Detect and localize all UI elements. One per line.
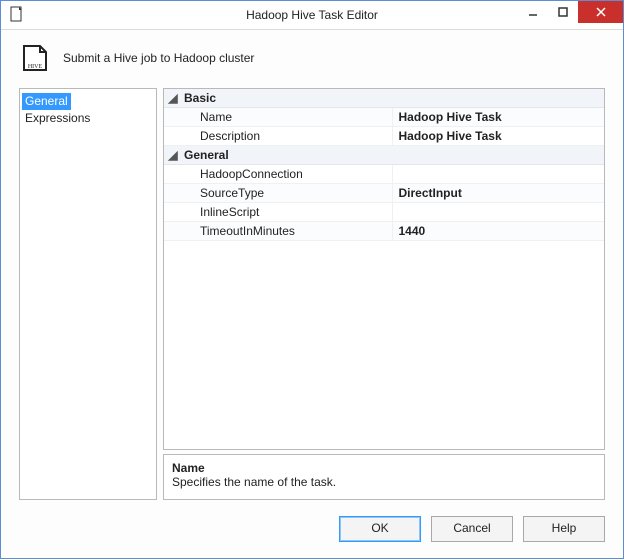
prop-inlinescript[interactable]: InlineScript bbox=[164, 203, 604, 222]
prop-label: TimeoutInMinutes bbox=[182, 222, 392, 241]
hive-icon: HIVE bbox=[19, 42, 51, 74]
header: HIVE Submit a Hive job to Hadoop cluster bbox=[1, 30, 623, 88]
header-subtitle: Submit a Hive job to Hadoop cluster bbox=[63, 51, 254, 65]
prop-value[interactable]: Hadoop Hive Task bbox=[392, 108, 604, 127]
close-button[interactable] bbox=[578, 1, 623, 23]
prop-value[interactable]: DirectInput bbox=[392, 184, 604, 203]
prop-label: Description bbox=[182, 127, 392, 146]
svg-text:HIVE: HIVE bbox=[28, 64, 43, 70]
collapse-icon[interactable]: ◢ bbox=[164, 146, 182, 165]
minimize-button[interactable] bbox=[518, 1, 548, 23]
prop-value[interactable]: Hadoop Hive Task bbox=[392, 127, 604, 146]
prop-value[interactable] bbox=[392, 203, 604, 222]
right-panel: ◢ Basic Name Hadoop Hive Task Descriptio… bbox=[163, 88, 605, 500]
category-label: Basic bbox=[182, 89, 392, 108]
prop-name[interactable]: Name Hadoop Hive Task bbox=[164, 108, 604, 127]
page-item-expressions[interactable]: Expressions bbox=[22, 111, 93, 125]
hive-task-editor-window: Hadoop Hive Task Editor HIVE Submit a Hi… bbox=[0, 0, 624, 559]
ok-button[interactable]: OK bbox=[339, 516, 421, 542]
window-title: Hadoop Hive Task Editor bbox=[246, 8, 378, 22]
prop-label: HadoopConnection bbox=[182, 165, 392, 184]
prop-timeoutinminutes[interactable]: TimeoutInMinutes 1440 bbox=[164, 222, 604, 241]
prop-value[interactable]: 1440 bbox=[392, 222, 604, 241]
category-basic[interactable]: ◢ Basic bbox=[164, 89, 604, 108]
prop-sourcetype[interactable]: SourceType DirectInput bbox=[164, 184, 604, 203]
help-panel: Name Specifies the name of the task. bbox=[163, 454, 605, 500]
prop-value[interactable] bbox=[392, 165, 604, 184]
window-controls bbox=[518, 1, 623, 23]
cancel-button[interactable]: Cancel bbox=[431, 516, 513, 542]
prop-description[interactable]: Description Hadoop Hive Task bbox=[164, 127, 604, 146]
maximize-button[interactable] bbox=[548, 1, 578, 23]
titlebar: Hadoop Hive Task Editor bbox=[1, 1, 623, 30]
category-label: General bbox=[182, 146, 392, 165]
body: General Expressions ◢ Basic Name Had bbox=[1, 88, 623, 506]
category-general[interactable]: ◢ General bbox=[164, 146, 604, 165]
help-button[interactable]: Help bbox=[523, 516, 605, 542]
collapse-icon[interactable]: ◢ bbox=[164, 89, 182, 108]
property-grid: ◢ Basic Name Hadoop Hive Task Descriptio… bbox=[163, 88, 605, 450]
prop-hadoopconnection[interactable]: HadoopConnection bbox=[164, 165, 604, 184]
prop-label: Name bbox=[182, 108, 392, 127]
footer: OK Cancel Help bbox=[1, 506, 623, 558]
prop-label: InlineScript bbox=[182, 203, 392, 222]
page-item-general[interactable]: General bbox=[22, 93, 71, 110]
window-icon bbox=[9, 6, 25, 22]
help-description: Specifies the name of the task. bbox=[172, 475, 596, 489]
page-list: General Expressions bbox=[19, 88, 157, 500]
prop-label: SourceType bbox=[182, 184, 392, 203]
help-title: Name bbox=[172, 461, 596, 475]
